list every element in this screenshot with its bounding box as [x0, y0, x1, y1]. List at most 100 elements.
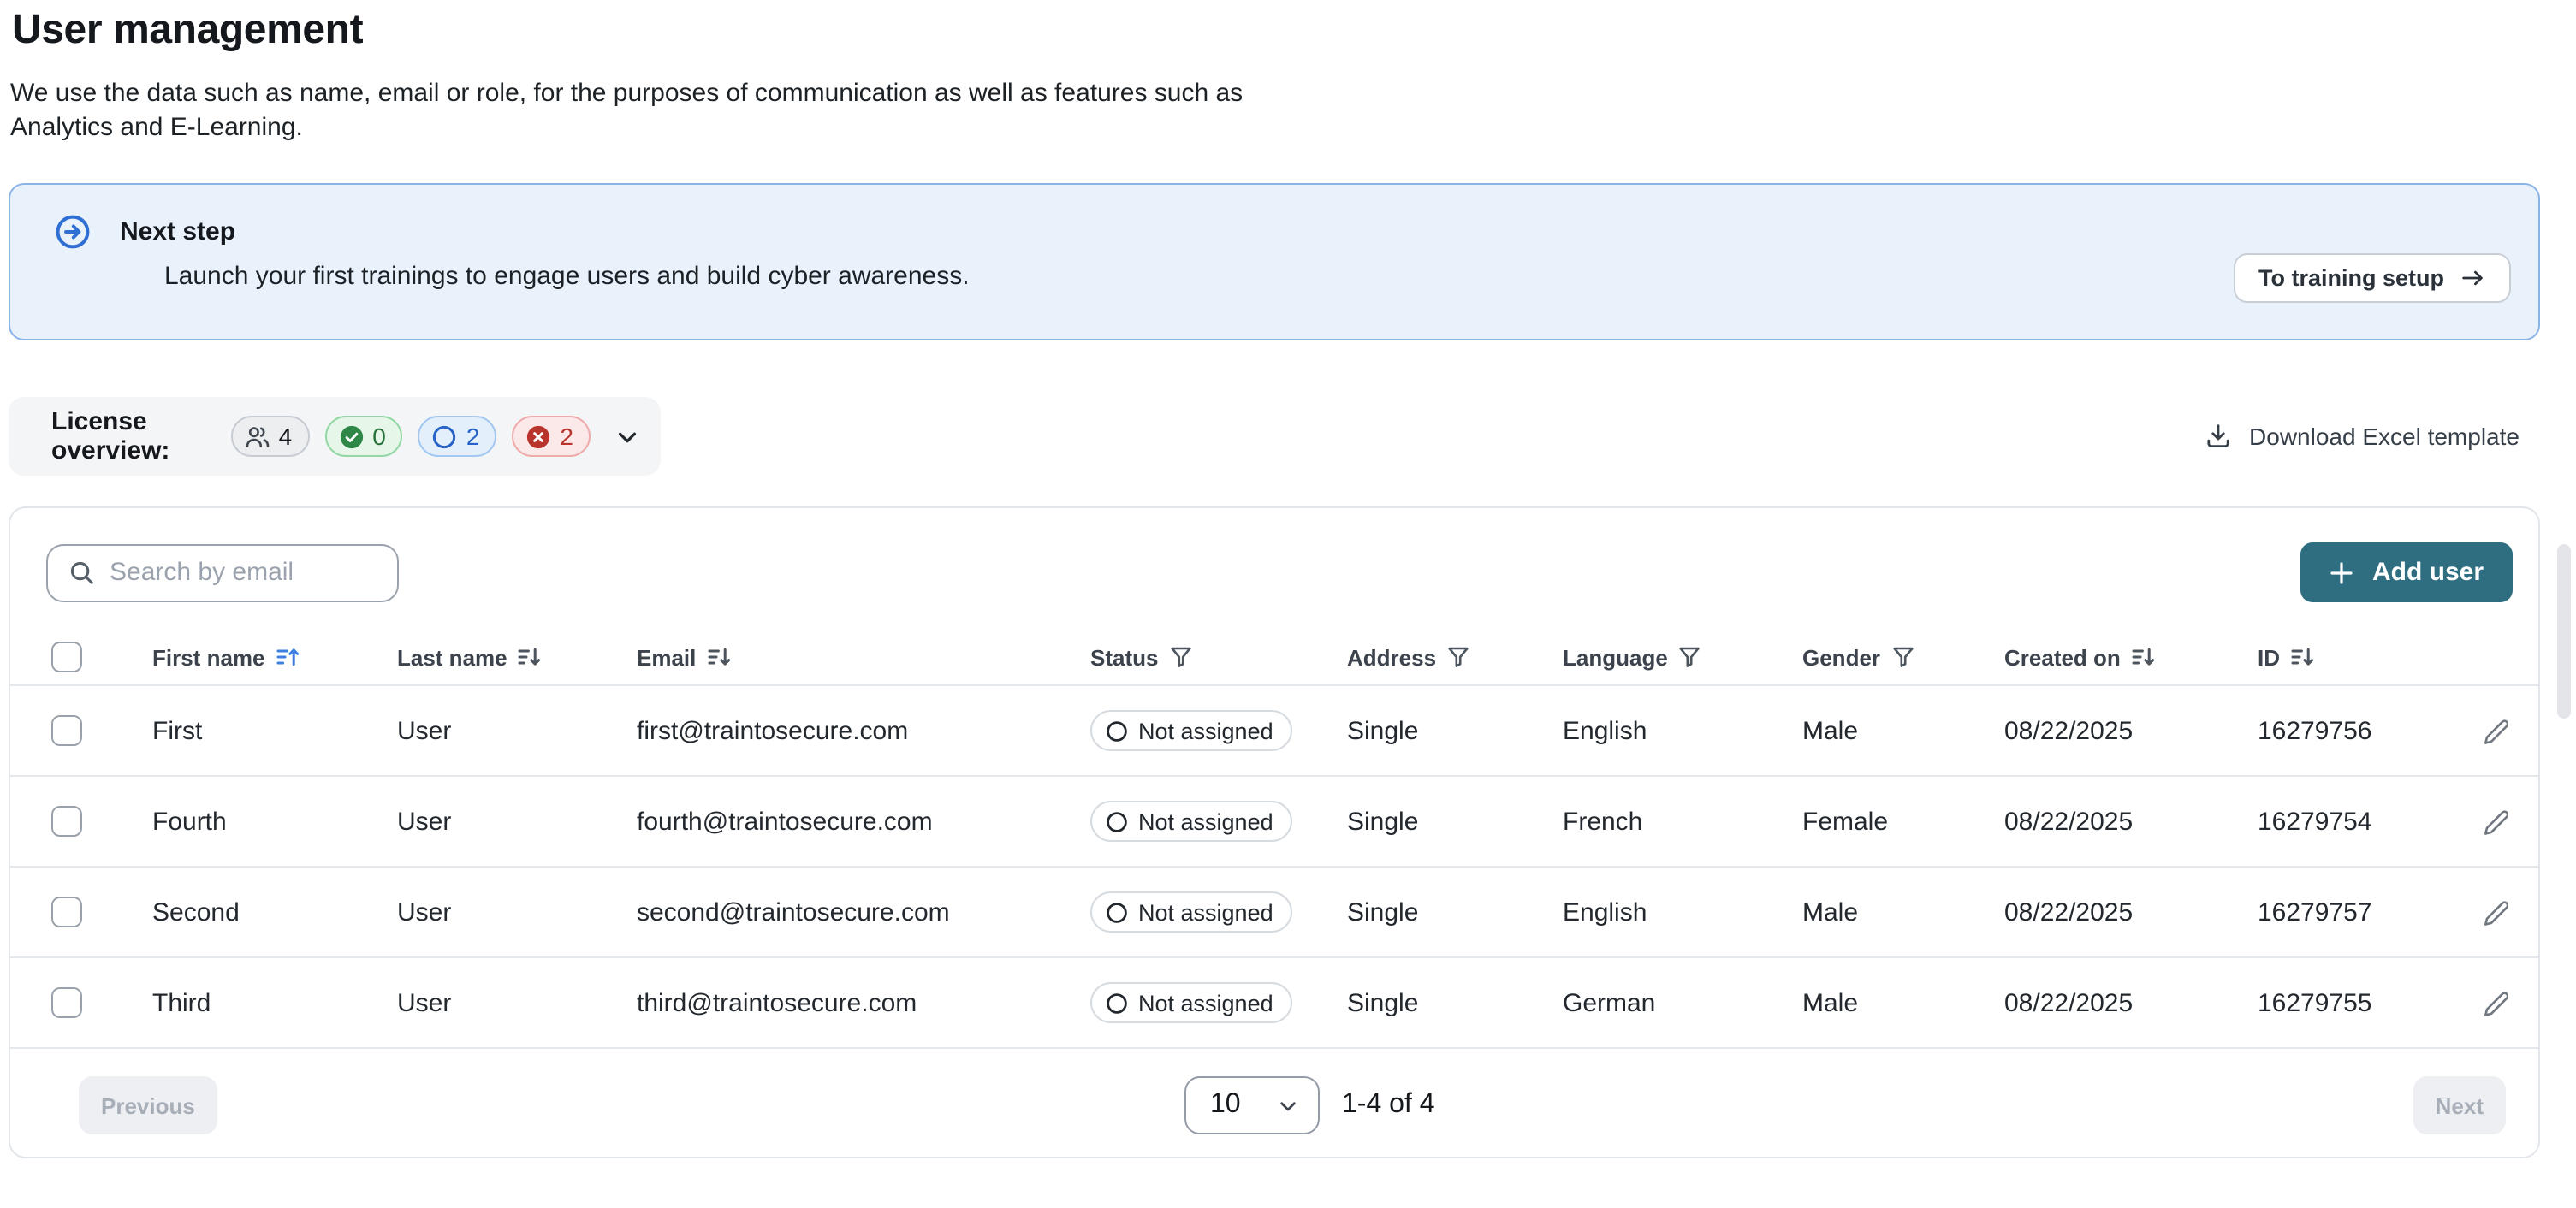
sort-ascending-icon[interactable] — [276, 645, 300, 669]
search-input[interactable] — [110, 558, 380, 587]
add-user-label: Add user — [2372, 558, 2484, 587]
license-badge-available-count: 2 — [466, 423, 480, 450]
cell-address: Single — [1347, 716, 1563, 745]
column-header-first-name[interactable]: First name — [152, 644, 397, 670]
page-size-select[interactable]: 10 — [1184, 1076, 1320, 1134]
page-title: User management — [12, 7, 2540, 55]
status-label: Not assigned — [1138, 990, 1273, 1016]
cell-id: 16279757 — [2258, 897, 2475, 927]
sort-descending-icon[interactable] — [706, 645, 730, 669]
sort-descending-icon[interactable] — [518, 645, 542, 669]
chevron-down-icon[interactable] — [614, 423, 640, 449]
row-checkbox[interactable] — [51, 806, 82, 837]
column-header-language[interactable]: Language — [1563, 644, 1802, 670]
column-header-email[interactable]: Email — [637, 644, 1090, 670]
column-label: ID — [2258, 644, 2280, 670]
cell-email: first@traintosecure.com — [637, 716, 1090, 745]
table-row: Third User third@traintosecure.com Not a… — [10, 958, 2538, 1049]
column-label: Email — [637, 644, 696, 670]
cell-gender: Male — [1802, 897, 2004, 927]
cell-created-on: 08/22/2025 — [2004, 897, 2258, 927]
to-training-setup-label: To training setup — [2258, 265, 2444, 291]
chevron-down-icon — [1277, 1094, 1299, 1116]
cell-address: Single — [1347, 807, 1563, 836]
table-row: Fourth User fourth@traintosecure.com Not… — [10, 777, 2538, 868]
add-user-button[interactable]: Add user — [2300, 542, 2513, 602]
select-all-checkbox[interactable] — [51, 642, 82, 672]
page-subtitle: We use the data such as name, email or r… — [10, 77, 2540, 145]
users-table-card: Add user First name Last name — [9, 506, 2540, 1158]
pagination-range: 1-4 of 4 — [1342, 1090, 1435, 1121]
arrow-right-icon — [2460, 265, 2485, 291]
edit-user-button[interactable] — [2478, 896, 2511, 928]
banner-description: Launch your first trainings to engage us… — [164, 262, 2538, 291]
cell-first-name: Third — [152, 988, 397, 1017]
row-checkbox[interactable] — [51, 715, 82, 746]
circle-icon — [1106, 810, 1128, 832]
license-badge-assigned-count: 0 — [372, 423, 386, 450]
edit-user-button[interactable] — [2478, 714, 2511, 747]
column-header-address[interactable]: Address — [1347, 644, 1563, 670]
pagination-bar: Previous 10 1-4 of 4 Next — [10, 1054, 2538, 1157]
page-subtitle-line: We use the data such as name, email or r… — [10, 77, 2540, 111]
cell-email: second@traintosecure.com — [637, 897, 1090, 927]
column-label: Language — [1563, 644, 1668, 670]
license-badge-expired-count: 2 — [560, 423, 573, 450]
cell-created-on: 08/22/2025 — [2004, 716, 2258, 745]
cell-email: third@traintosecure.com — [637, 988, 1090, 1017]
next-page-button[interactable]: Next — [2413, 1076, 2506, 1134]
plus-icon — [2330, 560, 2353, 584]
edit-user-button[interactable] — [2478, 805, 2511, 838]
filter-icon[interactable] — [1678, 645, 1702, 669]
previous-page-button[interactable]: Previous — [79, 1076, 217, 1134]
download-excel-template-button[interactable]: Download Excel template — [2205, 423, 2520, 450]
column-label: Last name — [397, 644, 507, 670]
pencil-icon — [2482, 990, 2508, 1016]
status-label: Not assigned — [1138, 899, 1273, 925]
cell-gender: Male — [1802, 988, 2004, 1017]
filter-icon[interactable] — [1890, 645, 1914, 669]
license-overview-label: License overview: — [51, 407, 212, 465]
status-badge: Not assigned — [1090, 801, 1292, 842]
column-header-status[interactable]: Status — [1090, 644, 1347, 670]
cell-language: English — [1563, 897, 1802, 927]
sort-descending-icon[interactable] — [2131, 645, 2155, 669]
column-label: First name — [152, 644, 265, 670]
edit-user-button[interactable] — [2478, 986, 2511, 1019]
status-badge: Not assigned — [1090, 710, 1292, 751]
next-step-banner: Next step Launch your first trainings to… — [9, 183, 2540, 340]
column-label: Address — [1347, 644, 1436, 670]
cell-email: fourth@traintosecure.com — [637, 807, 1090, 836]
license-badge-expired: 2 — [512, 416, 591, 457]
cell-first-name: Fourth — [152, 807, 397, 836]
search-box — [46, 543, 399, 601]
filter-icon[interactable] — [1168, 645, 1192, 669]
column-header-gender[interactable]: Gender — [1802, 644, 2004, 670]
license-badge-available: 2 — [418, 416, 497, 457]
cell-language: English — [1563, 716, 1802, 745]
license-badge-total-count: 4 — [279, 423, 293, 450]
cell-id: 16279754 — [2258, 807, 2475, 836]
cell-last-name: User — [397, 988, 637, 1017]
user-management-page: User management We use the data such as … — [0, 0, 2576, 1208]
column-header-last-name[interactable]: Last name — [397, 644, 637, 670]
row-checkbox[interactable] — [51, 987, 82, 1018]
circle-icon — [432, 423, 458, 449]
cell-first-name: First — [152, 716, 397, 745]
download-icon — [2205, 423, 2232, 450]
filter-icon[interactable] — [1446, 645, 1470, 669]
cell-last-name: User — [397, 807, 637, 836]
column-label: Gender — [1802, 644, 1880, 670]
column-header-id[interactable]: ID — [2258, 644, 2475, 670]
sort-descending-icon[interactable] — [2290, 645, 2314, 669]
cell-address: Single — [1347, 988, 1563, 1017]
search-icon — [68, 559, 96, 586]
vertical-scrollbar[interactable] — [2557, 544, 2571, 719]
to-training-setup-button[interactable]: To training setup — [2233, 253, 2511, 303]
circle-icon — [1106, 992, 1128, 1014]
cell-address: Single — [1347, 897, 1563, 927]
column-header-created-on[interactable]: Created on — [2004, 644, 2258, 670]
cell-id: 16279755 — [2258, 988, 2475, 1017]
license-badge-total: 4 — [231, 416, 310, 457]
row-checkbox[interactable] — [51, 897, 82, 927]
